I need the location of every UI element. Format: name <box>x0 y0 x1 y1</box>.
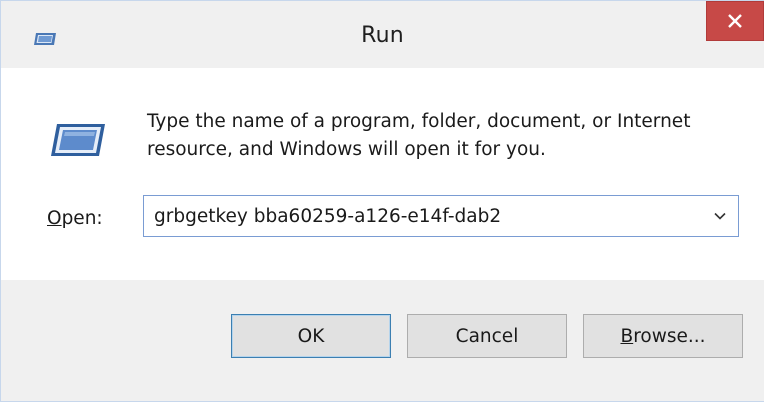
window-title: Run <box>361 23 404 48</box>
close-button[interactable] <box>706 1 764 41</box>
dropdown-button[interactable] <box>702 196 738 236</box>
chevron-down-icon <box>714 212 726 220</box>
open-label: Open: <box>47 208 103 229</box>
title-bar[interactable]: Run <box>0 0 764 68</box>
open-input[interactable] <box>144 196 704 236</box>
dialog-body: Type the name of a program, folder, docu… <box>0 68 764 280</box>
description-text: Type the name of a program, folder, docu… <box>147 111 691 160</box>
browse-button[interactable]: Browse... <box>583 314 743 358</box>
browse-accelerator: B <box>620 325 634 347</box>
browse-label-rest: rowse... <box>633 325 706 347</box>
open-label-accelerator: O <box>47 208 62 229</box>
close-icon <box>728 14 742 28</box>
run-icon <box>49 122 107 158</box>
cancel-button[interactable]: Cancel <box>407 314 567 358</box>
ok-button[interactable]: OK <box>231 314 391 358</box>
button-bar: OK Cancel Browse... <box>0 280 764 402</box>
run-dialog: Run Type the name of a program, folder, … <box>0 0 764 402</box>
open-combobox[interactable] <box>143 195 739 237</box>
open-label-rest: pen: <box>61 208 103 229</box>
